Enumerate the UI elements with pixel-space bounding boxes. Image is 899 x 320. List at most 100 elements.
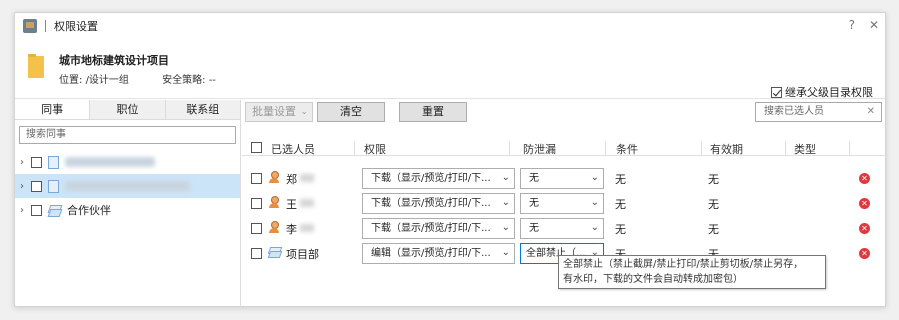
select-all-checkbox[interactable] [251, 142, 262, 153]
delete-icon[interactable]: ✕ [859, 173, 870, 184]
clear-search-icon[interactable]: ✕ [867, 103, 875, 121]
batch-settings-dropdown[interactable]: 批量设置 ⌄ [245, 102, 313, 122]
condition-value: 无 [615, 198, 626, 211]
dlp-value: 无 [529, 223, 539, 234]
row-checkbox[interactable] [251, 198, 262, 209]
permission-select[interactable]: 编辑（显示/预览/打印/下... ⌄ [362, 243, 515, 264]
tab-colleagues[interactable]: 同事 [15, 100, 91, 119]
title-bar: 权限设置 ? ✕ [15, 13, 885, 39]
chevron-right-icon[interactable]: › [20, 205, 28, 216]
tree-item-selected[interactable]: › [15, 174, 240, 198]
tree-checkbox[interactable] [31, 156, 42, 168]
left-panel: 同事 职位 联系组 搜索同事 › › › 合作伙伴 [15, 100, 241, 308]
row-name: 王 [286, 198, 297, 211]
redacted-name [300, 199, 314, 207]
redacted-org-name [65, 157, 155, 167]
policy-label: 安全策略: [162, 75, 206, 86]
row-checkbox[interactable] [251, 223, 262, 234]
location-label: 位置: [59, 75, 83, 86]
inherit-label: 继承父级目录权限 [785, 86, 873, 99]
dlp-select[interactable]: 无 ⌄ [520, 193, 604, 214]
condition-value: 无 [615, 173, 626, 186]
clear-button[interactable]: 清空 [317, 102, 385, 122]
header-selected-people: 已选人员 [267, 141, 355, 156]
inherit-checkbox[interactable] [771, 86, 782, 98]
title-separator [45, 20, 46, 32]
dlp-select[interactable]: 无 ⌄ [520, 218, 604, 239]
close-icon[interactable]: ✕ [869, 18, 879, 32]
redacted-name [300, 174, 314, 182]
chevron-down-icon: ⌄ [590, 222, 599, 233]
project-meta: 位置: /设计一组 安全策略: -- [59, 71, 216, 86]
app-icon [23, 19, 37, 33]
chevron-right-icon[interactable]: › [20, 157, 28, 168]
help-icon[interactable]: ? [849, 18, 855, 32]
table-row: 王 下载（显示/预览/打印/下... ⌄ 无 ⌄ 无 无 ✕ [242, 191, 887, 216]
delete-icon[interactable]: ✕ [859, 223, 870, 234]
colleague-search-input[interactable]: 搜索同事 [19, 126, 236, 144]
person-icon [268, 196, 280, 209]
validity-value: 无 [708, 223, 719, 236]
toolbar: 批量设置 ⌄ 清空 重置 搜索已选人员 ✕ [242, 100, 887, 130]
tree-item-label: 合作伙伴 [67, 204, 111, 217]
chevron-down-icon: ⌄ [501, 172, 510, 183]
department-icon [268, 246, 281, 259]
delete-icon[interactable]: ✕ [859, 248, 870, 259]
permission-value: 下载（显示/预览/打印/下... [371, 173, 491, 184]
tooltip-line: 全部禁止（禁止截屏/禁止打印/禁止剪切板/禁止另存， [563, 259, 804, 270]
permission-value: 下载（显示/预览/打印/下... [371, 198, 491, 209]
chevron-down-icon: ⌄ [501, 247, 510, 258]
validity-value: 无 [708, 173, 719, 186]
validity-value: 无 [708, 198, 719, 211]
selected-search-placeholder: 搜索已选人员 [764, 106, 824, 117]
folder-icon [28, 54, 44, 78]
header-validity: 有效期 [706, 141, 786, 156]
table-row: 李 下载（显示/预览/打印/下... ⌄ 无 ⌄ 无 无 ✕ [242, 216, 887, 241]
row-name: 项目部 [286, 248, 319, 261]
redacted-name [300, 224, 314, 232]
table-header: 已选人员 权限 防泄漏 条件 有效期 类型 [242, 138, 887, 156]
location-value: /设计一组 [85, 75, 129, 86]
chevron-down-icon: ⌄ [590, 172, 599, 183]
tree-checkbox[interactable] [31, 204, 42, 216]
dlp-select[interactable]: 无 ⌄ [520, 168, 604, 189]
policy-value: -- [208, 75, 216, 86]
left-tabs: 同事 职位 联系组 [15, 100, 240, 120]
chevron-down-icon: ⌄ [501, 197, 510, 208]
permission-select[interactable]: 下载（显示/预览/打印/下... ⌄ [362, 218, 515, 239]
tab-positions[interactable]: 职位 [90, 100, 166, 119]
row-checkbox[interactable] [251, 248, 262, 259]
building-icon [48, 179, 59, 193]
window-title: 权限设置 [54, 20, 98, 33]
chevron-down-icon: ⌄ [590, 197, 599, 208]
project-header: 城市地标建筑设计项目 位置: /设计一组 安全策略: -- 继承父级目录权限 [15, 39, 885, 99]
person-icon [268, 171, 280, 184]
tree-item[interactable]: › [15, 150, 240, 174]
permission-select[interactable]: 下载（显示/预览/打印/下... ⌄ [362, 193, 515, 214]
tree-checkbox[interactable] [31, 180, 42, 192]
permission-select[interactable]: 下载（显示/预览/打印/下... ⌄ [362, 168, 515, 189]
building-icon [48, 155, 59, 169]
selected-search-input[interactable]: 搜索已选人员 ✕ [755, 102, 882, 122]
delete-icon[interactable]: ✕ [859, 198, 870, 209]
header-type: 类型 [790, 141, 850, 156]
header-condition: 条件 [612, 141, 702, 156]
tooltip-line: 有水印，下载的文件会自动转成加密包） [563, 274, 743, 285]
permission-value: 下载（显示/预览/打印/下... [371, 223, 491, 234]
tree-item-partners[interactable]: › 合作伙伴 [15, 198, 240, 222]
table-row: 郑 下载（显示/预览/打印/下... ⌄ 无 ⌄ 无 无 ✕ [242, 166, 887, 191]
row-checkbox[interactable] [251, 173, 262, 184]
chevron-right-icon[interactable]: › [20, 181, 28, 192]
project-name: 城市地标建筑设计项目 [59, 54, 169, 67]
tab-contact-groups[interactable]: 联系组 [165, 100, 240, 119]
chevron-down-icon: ⌄ [501, 222, 510, 233]
header-dlp: 防泄漏 [519, 141, 606, 156]
condition-value: 无 [615, 223, 626, 236]
partner-group-icon [48, 205, 61, 216]
chevron-down-icon: ⌄ [300, 107, 308, 117]
reset-button[interactable]: 重置 [399, 102, 467, 122]
header-permission: 权限 [360, 141, 510, 156]
row-name: 郑 [286, 173, 297, 186]
inherit-checkbox-row[interactable]: 继承父级目录权限 [771, 84, 873, 100]
person-icon [268, 221, 280, 234]
